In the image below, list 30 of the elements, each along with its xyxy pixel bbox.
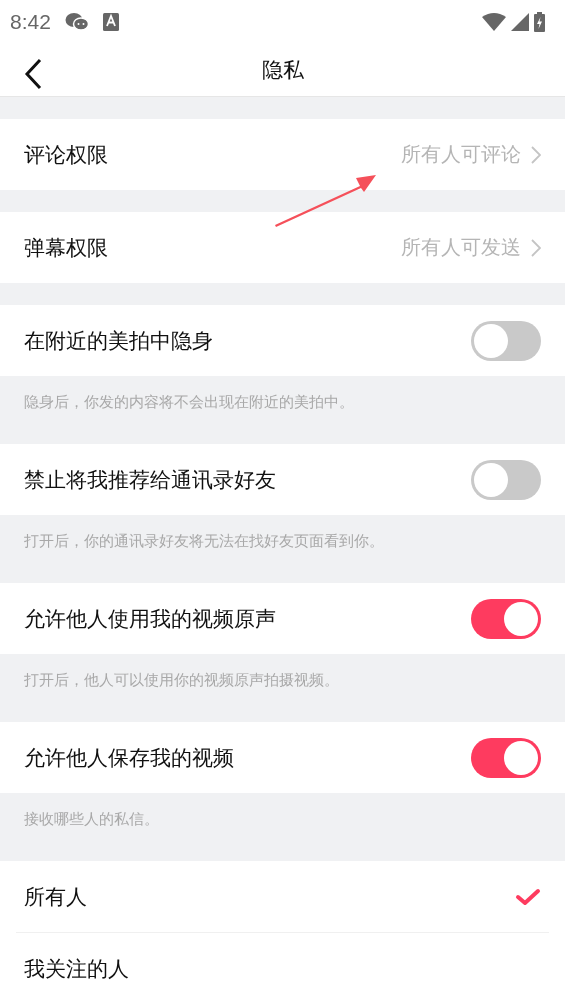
toggle-switch[interactable] bbox=[471, 598, 541, 639]
option-row[interactable]: 我关注的人 bbox=[16, 933, 549, 1004]
toggle-switch[interactable] bbox=[471, 737, 541, 778]
toggle-switch[interactable] bbox=[471, 459, 541, 500]
setting-label: 弹幕权限 bbox=[24, 234, 109, 262]
chevron-right-icon bbox=[531, 238, 541, 257]
setting-row[interactable]: 评论权限 所有人可评论 bbox=[0, 119, 565, 190]
hint-text: 打开后，他人可以使用你的视频原声拍摄视频。 bbox=[23, 670, 340, 691]
setting-value: 所有人可评论 bbox=[401, 141, 521, 168]
page-title: 隐私 bbox=[261, 56, 304, 84]
setting-label: 评论权限 bbox=[24, 141, 109, 169]
hint-text: 打开后，你的通讯录好友将无法在找好友页面看到你。 bbox=[23, 531, 385, 552]
chevron-right-icon bbox=[531, 145, 541, 164]
wifi-icon bbox=[482, 12, 506, 31]
hint-text: 接收哪些人的私信。 bbox=[23, 809, 160, 830]
setting-label: 允许他人保存我的视频 bbox=[24, 744, 235, 772]
hint-text: 隐身后，你发的内容将不会出现在附近的美拍中。 bbox=[23, 392, 355, 413]
status-time: 8:42 bbox=[10, 9, 51, 34]
setting-row[interactable]: 弹幕权限 所有人可发送 bbox=[0, 212, 565, 283]
setting-value: 所有人可发送 bbox=[401, 234, 521, 261]
option-row[interactable]: 所有人 bbox=[16, 861, 549, 933]
signal-icon bbox=[511, 12, 529, 31]
setting-label: 允许他人使用我的视频原声 bbox=[24, 605, 277, 633]
setting-label: 在附近的美拍中隐身 bbox=[24, 327, 214, 355]
battery-icon bbox=[534, 11, 545, 32]
setting-label: 禁止将我推荐给通讯录好友 bbox=[24, 466, 277, 494]
checkmark-icon bbox=[515, 887, 541, 906]
chat-icon bbox=[64, 11, 89, 32]
toggle-switch[interactable] bbox=[471, 320, 541, 361]
keyboard-a-icon bbox=[102, 12, 119, 31]
